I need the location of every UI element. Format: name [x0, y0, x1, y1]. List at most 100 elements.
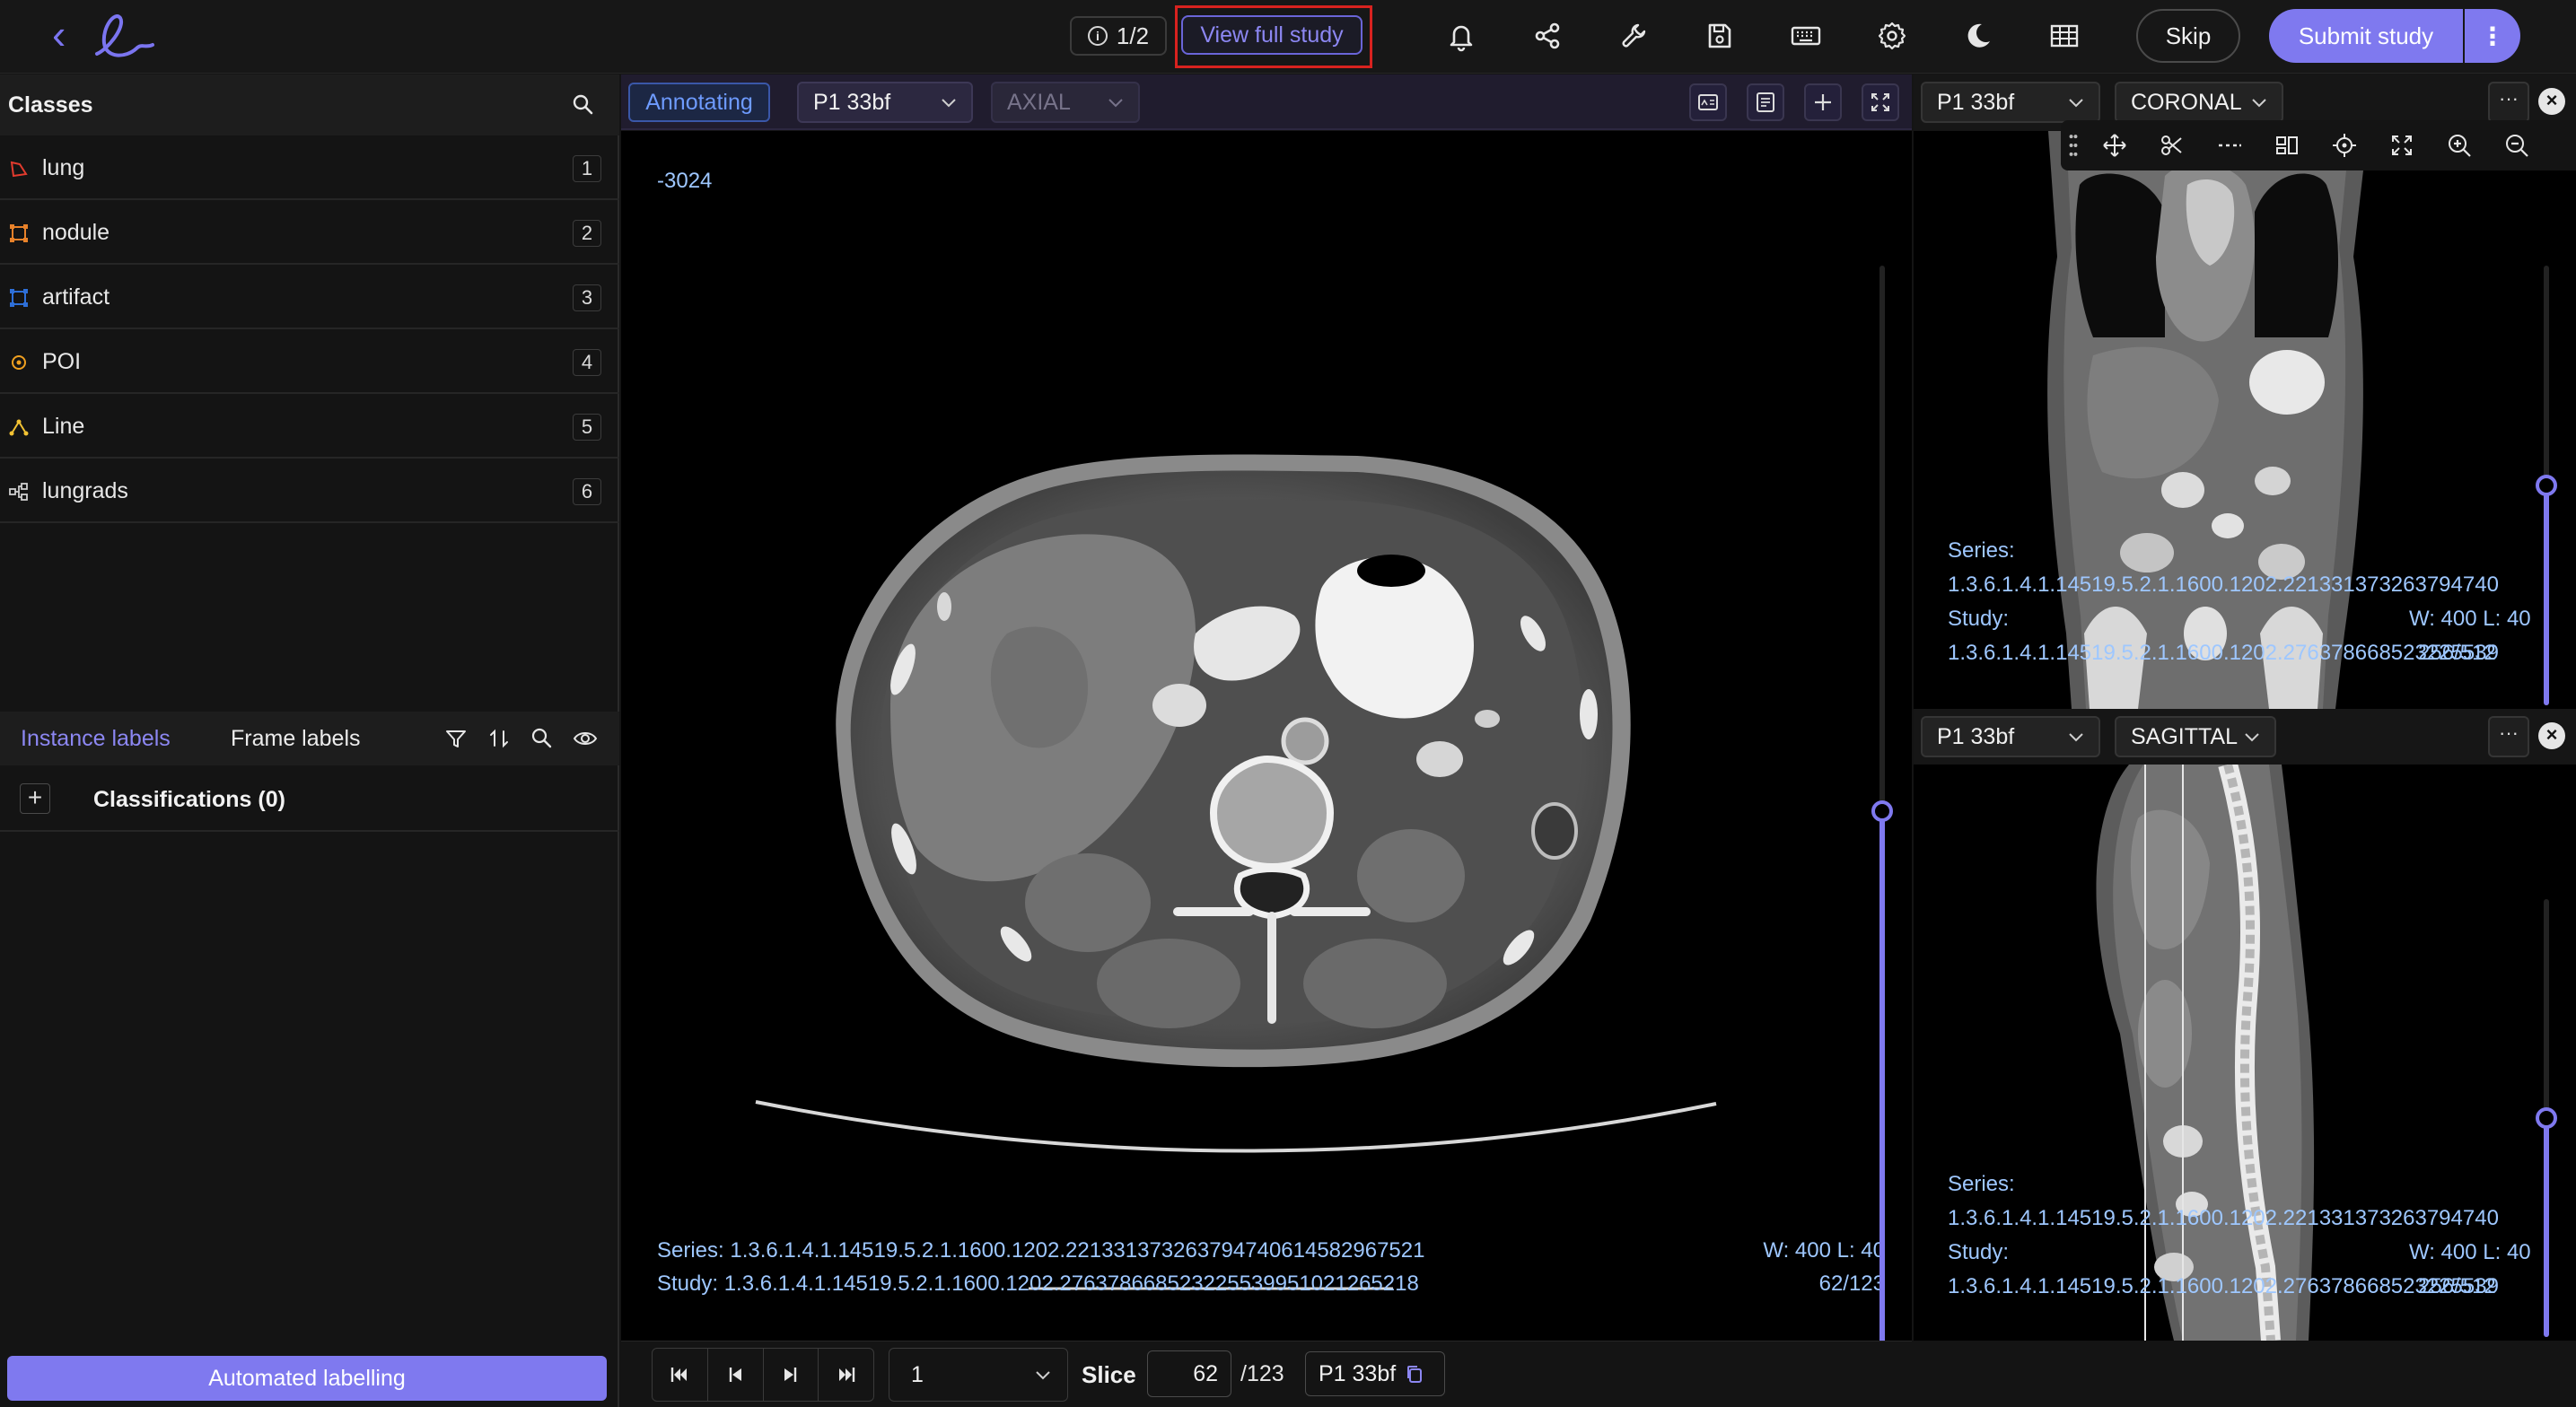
classes-title: Classes [8, 92, 93, 118]
tab-instance-labels[interactable]: Instance labels [21, 726, 171, 752]
class-item-nodule[interactable]: nodule 2 [0, 200, 619, 265]
crosshair-button[interactable] [1804, 83, 1842, 121]
coronal-plane-value: CORONAL [2131, 89, 2242, 115]
classifications-row[interactable]: + Classifications (0) [0, 765, 619, 832]
sagittal-series-label: Series: [1948, 1172, 2015, 1196]
axial-ct-image [755, 454, 1717, 1290]
skip-start-icon [671, 1368, 688, 1382]
chevron-down-icon [1036, 1371, 1050, 1380]
previous-frame-button[interactable] [708, 1349, 764, 1401]
coronal-slider-handle[interactable] [2536, 475, 2557, 496]
class-item-artifact[interactable]: artifact 3 [0, 265, 619, 329]
series-select[interactable]: P1 33bf [797, 82, 973, 123]
coronal-slider-fill [2544, 485, 2549, 705]
fit-tool-button[interactable] [2373, 120, 2431, 170]
classification-icon [9, 483, 28, 501]
keyboard-icon[interactable] [1788, 18, 1824, 54]
labels-header: Instance labels Frame labels [0, 712, 619, 765]
sagittal-viewport[interactable]: Series: 1.3.6.1.4.1.14519.5.2.1.1600.120… [1914, 765, 2576, 1341]
overlay-toggle-button[interactable] [1689, 83, 1727, 121]
sagittal-study-uid: 1.3.6.1.4.1.14519.5.2.1.1600.1202.276378… [1948, 1274, 2499, 1298]
class-name: nodule [42, 220, 110, 245]
sagittal-plane-select[interactable]: SAGITTAL [2115, 716, 2276, 757]
chevron-left-icon[interactable]: ‹ [52, 13, 79, 56]
bell-icon[interactable] [1443, 18, 1479, 54]
eye-icon[interactable] [573, 726, 598, 751]
dashed-line-icon [2219, 144, 2241, 147]
moon-icon[interactable] [1960, 18, 1996, 54]
polygon-icon [10, 161, 28, 178]
last-frame-button[interactable] [819, 1349, 873, 1401]
bbox-icon [10, 289, 28, 307]
scissors-tool-button[interactable] [2143, 120, 2201, 170]
tab-frame-labels[interactable]: Frame labels [231, 726, 361, 752]
slice-input[interactable]: 62 [1147, 1350, 1231, 1397]
wrench-icon[interactable] [1616, 18, 1652, 54]
coronal-series-select[interactable]: P1 33bf [1921, 82, 2100, 123]
slice-slider-handle[interactable] [1871, 800, 1893, 822]
sagittal-series-select[interactable]: P1 33bf [1921, 716, 2100, 757]
frame-select[interactable]: 1 [889, 1348, 1068, 1402]
slice-total: /123 [1240, 1361, 1284, 1386]
skip-button[interactable]: Skip [2136, 9, 2240, 63]
coronal-more-button[interactable]: ··· [2488, 82, 2529, 123]
save-icon[interactable] [1702, 18, 1738, 54]
task-counter[interactable]: i 1/2 [1070, 16, 1167, 56]
coronal-close-button[interactable]: × [2538, 88, 2565, 115]
sagittal-more-button[interactable]: ··· [2488, 716, 2529, 757]
playback-bar: 1 Slice 62 /123 P1 33bf [621, 1341, 1912, 1407]
view-full-study-button[interactable]: View full study [1181, 15, 1362, 55]
series-chip-label: P1 33bf [1319, 1360, 1397, 1386]
annotating-badge: Annotating [628, 83, 770, 122]
class-hotkey: 1 [573, 155, 601, 182]
filter-icon[interactable] [443, 726, 469, 751]
axial-viewport[interactable]: -3024 Series: 1.3.6.1.4.1.14519.5.2.1.16… [621, 131, 1912, 1341]
dotted-line-tool-button[interactable] [2201, 120, 2258, 170]
automated-labelling-button[interactable]: Automated labelling [7, 1356, 607, 1401]
coronal-plane-select[interactable]: CORONAL [2115, 82, 2283, 123]
zoom-in-icon [2449, 135, 2471, 157]
class-name: artifact [42, 284, 110, 310]
expand-icon[interactable]: + [20, 783, 50, 814]
coronal-study-label: Study: [1948, 607, 2010, 631]
class-name: lung [42, 155, 85, 180]
chevron-down-icon [2069, 733, 2083, 742]
pan-tool-button[interactable] [2086, 120, 2143, 170]
gear-icon[interactable] [1874, 18, 1910, 54]
sagittal-window-level: W: 400 L: 40 [2409, 1240, 2531, 1264]
coronal-study-uid: 1.3.6.1.4.1.14519.5.2.1.1600.1202.276378… [1948, 641, 2499, 665]
locate-tool-button[interactable] [2316, 120, 2373, 170]
sagittal-series-value: P1 33bf [1937, 723, 2015, 749]
sagittal-close-button[interactable]: × [2538, 722, 2565, 749]
submit-study-button[interactable]: Submit study [2269, 9, 2463, 63]
grid-icon[interactable] [2046, 18, 2082, 54]
submit-options-button[interactable]: ⋮ [2465, 9, 2520, 63]
series-uid: Series: 1.3.6.1.4.1.14519.5.2.1.1600.120… [657, 1238, 1425, 1263]
class-item-line[interactable]: Line 5 [0, 394, 619, 459]
metadata-button[interactable] [1747, 83, 1784, 121]
class-name: POI [42, 349, 82, 374]
copy-series-button[interactable]: P1 33bf [1305, 1351, 1445, 1396]
sort-icon[interactable] [486, 726, 512, 751]
next-frame-button[interactable] [764, 1349, 819, 1401]
share-icon[interactable] [1529, 18, 1565, 54]
zoom-out-button[interactable] [2488, 120, 2545, 170]
coronal-viewport[interactable]: Series: 1.3.6.1.4.1.14519.5.2.1.1600.120… [1914, 131, 2576, 709]
fullscreen-button[interactable] [1862, 83, 1899, 121]
sagittal-series-uid: 1.3.6.1.4.1.14519.5.2.1.1600.1202.221331… [1948, 1206, 2499, 1230]
layout-tool-button[interactable] [2258, 120, 2316, 170]
bbox-icon [10, 224, 28, 242]
sagittal-slider-handle[interactable] [2536, 1107, 2557, 1129]
drag-handle-icon[interactable] [2061, 131, 2086, 160]
chevron-down-icon [2252, 99, 2266, 108]
scissors-icon [2161, 135, 2182, 155]
class-item-lung[interactable]: lung 1 [0, 135, 619, 200]
plane-select[interactable]: AXIAL [991, 82, 1140, 123]
search-icon[interactable] [571, 92, 596, 118]
search-icon[interactable] [530, 726, 555, 751]
class-item-lungrads[interactable]: lungrads 6 [0, 459, 619, 523]
sagittal-slider-fill [2544, 1118, 2549, 1337]
first-frame-button[interactable] [653, 1349, 708, 1401]
class-item-poi[interactable]: POI 4 [0, 329, 619, 394]
zoom-in-button[interactable] [2431, 120, 2488, 170]
